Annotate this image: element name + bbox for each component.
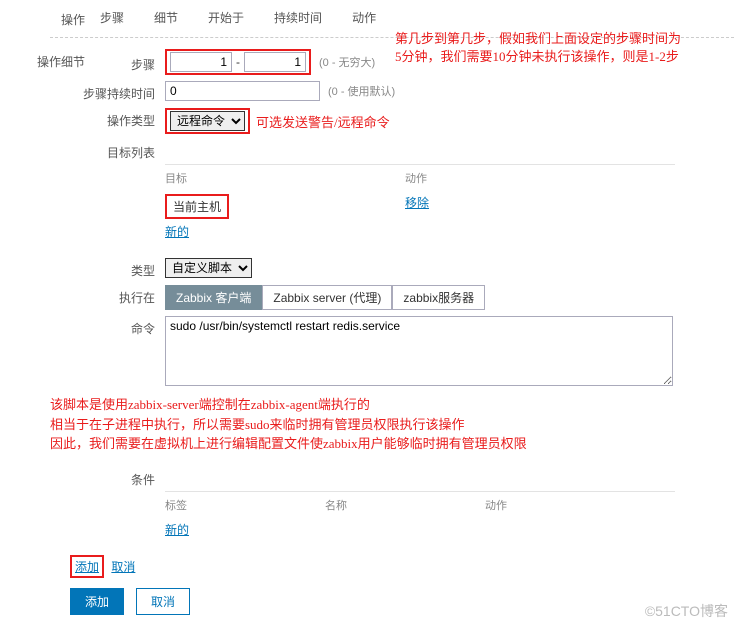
step-to-input[interactable]: [244, 52, 306, 72]
step-hint: (0 - 无穷大): [319, 54, 375, 70]
tab-action[interactable]: 动作: [352, 7, 376, 28]
exec-on-agent[interactable]: Zabbix 客户端: [165, 285, 262, 310]
command-label: 命令: [50, 316, 165, 337]
step-from-input[interactable]: [170, 52, 232, 72]
target-new-link[interactable]: 新的: [165, 223, 189, 240]
step-duration-label: 步骤持续时间: [50, 81, 165, 102]
target-header: 目标动作: [165, 168, 675, 192]
detail-label: 操作细节: [0, 49, 95, 70]
current-host: 当前主机: [165, 194, 229, 219]
cancel-button[interactable]: 取消: [136, 588, 190, 615]
target-remove-link[interactable]: 移除: [405, 196, 429, 210]
step-duration-input[interactable]: [165, 81, 320, 101]
inline-cancel-link[interactable]: 取消: [111, 560, 135, 574]
step-duration-hint: (0 - 使用默认): [328, 83, 395, 99]
tab-duration[interactable]: 持续时间: [274, 7, 322, 28]
op-type-box: 远程命令: [165, 108, 250, 134]
step-label: 步骤: [95, 52, 165, 73]
op-type-select[interactable]: 远程命令: [170, 111, 245, 131]
tab-detail[interactable]: 细节: [154, 7, 178, 28]
command-textarea[interactable]: sudo /usr/bin/systemctl restart redis.se…: [165, 316, 673, 386]
script-type-select[interactable]: 自定义脚本: [165, 258, 252, 278]
targets-label: 目标列表: [50, 140, 165, 161]
inline-add-link[interactable]: 添加: [75, 558, 99, 575]
op-type-label: 操作类型: [50, 108, 165, 129]
op-label: 操作: [0, 7, 95, 28]
watermark: ©51CTO博客: [645, 601, 728, 621]
exec-on-label: 执行在: [50, 285, 165, 306]
target-row: 当前主机 移除: [165, 192, 675, 221]
cond-new-link[interactable]: 新的: [165, 521, 189, 538]
cond-label: 条件: [50, 467, 165, 488]
tab-steps[interactable]: 步骤: [100, 7, 124, 28]
annotation-script: 该脚本是使用zabbix-server端控制在zabbix-agent端执行的 …: [50, 395, 734, 454]
annotation-op-type: 可选发送警告/远程命令: [256, 112, 390, 131]
tab-start[interactable]: 开始于: [208, 7, 244, 28]
step-range-group: -: [165, 49, 311, 75]
exec-on-proxy[interactable]: Zabbix server (代理): [262, 285, 392, 310]
exec-on-group: Zabbix 客户端 Zabbix server (代理) zabbix服务器: [165, 285, 485, 310]
add-button[interactable]: 添加: [70, 588, 124, 615]
cond-header: 标签 名称 动作: [165, 495, 675, 519]
script-type-label: 类型: [50, 258, 165, 279]
exec-on-server[interactable]: zabbix服务器: [392, 285, 485, 310]
